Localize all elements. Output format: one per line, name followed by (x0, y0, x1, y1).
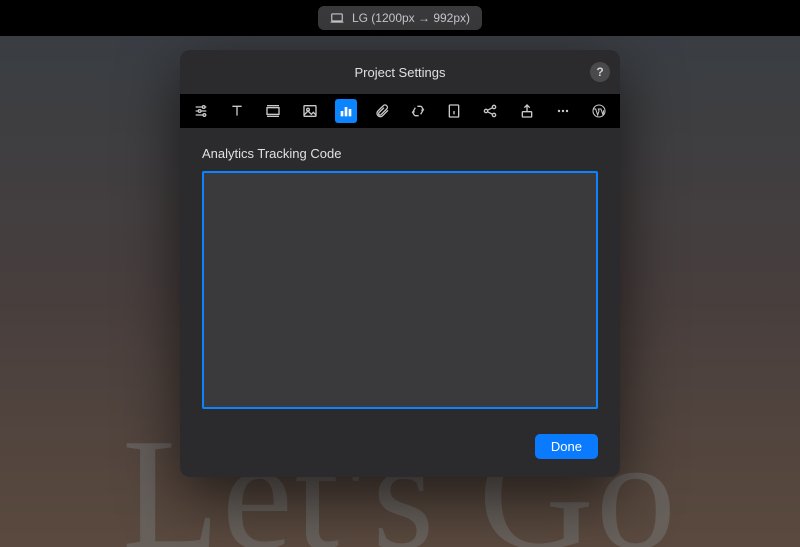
top-toolbar: LG (1200px → 992px) (0, 0, 800, 36)
laptop-icon (330, 11, 344, 25)
tab-share[interactable] (479, 99, 501, 123)
wordpress-icon (591, 103, 607, 119)
tab-general[interactable] (190, 99, 212, 123)
settings-tabstrip (180, 94, 620, 128)
tab-info[interactable] (443, 99, 465, 123)
analytics-code-label: Analytics Tracking Code (202, 146, 598, 161)
sliders-icon (193, 103, 209, 119)
recycle-icon (410, 103, 426, 119)
modal-footer: Done (180, 430, 620, 477)
share-icon (482, 103, 498, 119)
modal-header: Project Settings ? (180, 50, 620, 94)
tab-export[interactable] (516, 99, 538, 123)
tab-image[interactable] (298, 99, 320, 123)
modal-body: Analytics Tracking Code (180, 128, 620, 430)
modal-title: Project Settings (354, 65, 445, 80)
breakpoint-selector[interactable]: LG (1200px → 992px) (318, 6, 482, 30)
more-icon (555, 103, 571, 119)
help-button[interactable]: ? (590, 62, 610, 82)
paperclip-icon (374, 103, 390, 119)
tab-attach[interactable] (371, 99, 393, 123)
analytics-code-input[interactable] (202, 171, 598, 409)
tab-more[interactable] (552, 99, 574, 123)
layout-icon (265, 103, 281, 119)
breakpoint-label: LG (1200px → 992px) (352, 11, 470, 25)
done-button[interactable]: Done (535, 434, 598, 459)
tab-text[interactable] (226, 99, 248, 123)
text-icon (229, 103, 245, 119)
export-icon (519, 103, 535, 119)
app-viewport: Let's Go LG (1200px → 992px) Project Set… (0, 0, 800, 547)
chart-icon (338, 103, 354, 119)
tab-layout[interactable] (262, 99, 284, 123)
tab-wordpress[interactable] (588, 99, 610, 123)
tab-refresh[interactable] (407, 99, 429, 123)
help-icon: ? (596, 65, 603, 79)
image-icon (302, 103, 318, 119)
tab-analytics[interactable] (335, 99, 357, 123)
info-icon (446, 103, 462, 119)
project-settings-modal: Project Settings ? (180, 50, 620, 477)
